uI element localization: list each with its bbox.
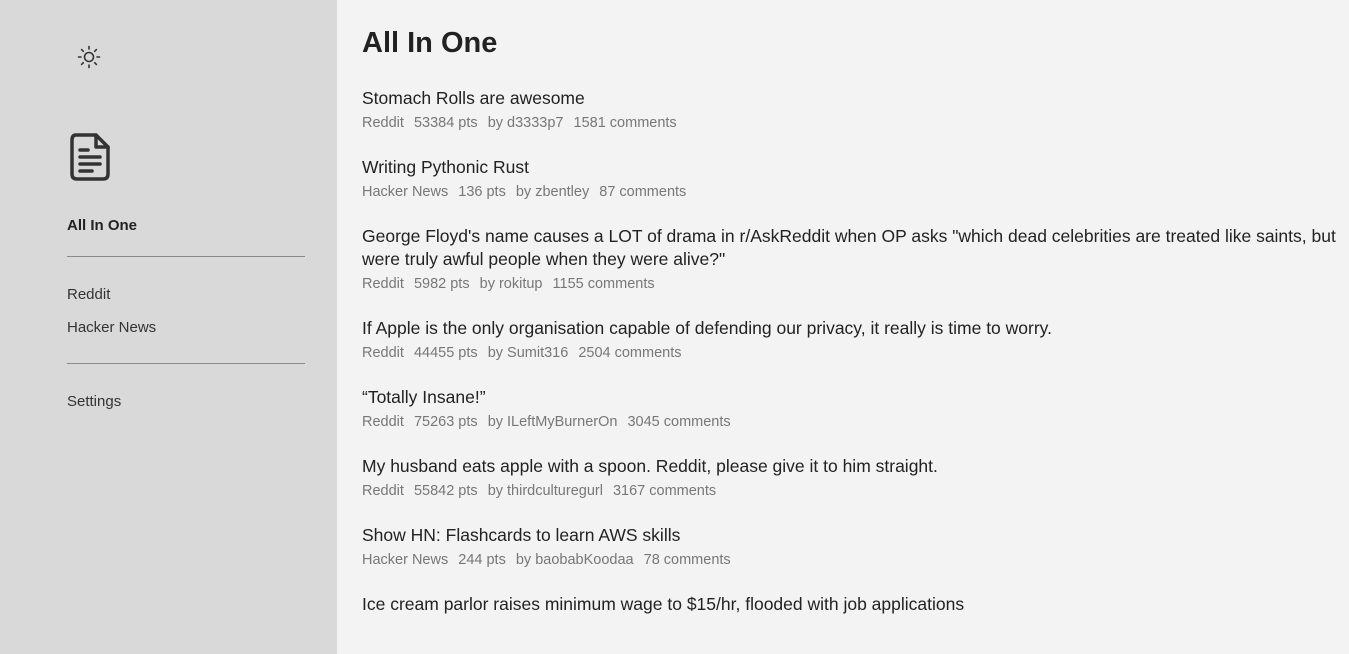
feed-item-meta: Hacker News 244 pts by baobabKoodaa 78 c… — [362, 550, 1349, 570]
feed-item-comments[interactable]: 3045 comments — [627, 414, 730, 430]
feed-item-author[interactable]: by ILeftMyBurnerOn — [488, 414, 618, 430]
feed-item-author[interactable]: by rokitup — [480, 276, 543, 292]
feed-item-comments[interactable]: 2504 comments — [578, 345, 681, 361]
feed-item: Stomach Rolls are awesome Reddit 53384 p… — [362, 87, 1349, 133]
nav-hacker-news[interactable]: Hacker News — [67, 319, 156, 336]
feed-item-points: 244 pts — [458, 552, 506, 568]
feed-item-title[interactable]: If Apple is the only organisation capabl… — [362, 317, 1349, 340]
feed-list: Stomach Rolls are awesome Reddit 53384 p… — [362, 87, 1349, 616]
feed-item-meta: Reddit 44455 pts by Sumit316 2504 commen… — [362, 343, 1349, 363]
feed-item-comments[interactable]: 3167 comments — [613, 483, 716, 499]
feed-item-comments[interactable]: 1155 comments — [553, 276, 655, 292]
feed-item-source: Hacker News — [362, 552, 449, 568]
feed-item-source: Reddit — [362, 345, 404, 361]
feed-item-comments[interactable]: 1581 comments — [574, 115, 677, 131]
feed-item-title[interactable]: My husband eats apple with a spoon. Redd… — [362, 455, 1349, 478]
feed-item-title[interactable]: George Floyd's name causes a LOT of dram… — [362, 225, 1349, 271]
feed-item-author[interactable]: by baobabKoodaa — [516, 552, 634, 568]
feed-item-source: Reddit — [362, 115, 404, 131]
feed-item-points: 5982 pts — [413, 276, 470, 292]
sidebar-divider — [67, 363, 305, 364]
nav-settings[interactable]: Settings — [67, 393, 121, 410]
feed-item-comments[interactable]: 87 comments — [599, 184, 686, 200]
feed-item-title[interactable]: Writing Pythonic Rust — [362, 156, 1349, 179]
sidebar: All In One Reddit Hacker News Settings — [0, 0, 337, 654]
feed-item-meta: Reddit 75263 pts by ILeftMyBurnerOn 3045… — [362, 412, 1349, 432]
feed-item-source: Reddit — [362, 483, 404, 499]
nav-all-in-one[interactable]: All In One — [67, 217, 137, 234]
sun-icon[interactable] — [74, 42, 104, 72]
feed-item-points: 55842 pts — [413, 483, 478, 499]
feed-item-source: Reddit — [362, 276, 404, 292]
feed-item: If Apple is the only organisation capabl… — [362, 317, 1349, 363]
feed-item: “Totally Insane!” Reddit 75263 pts by IL… — [362, 386, 1349, 432]
feed-item-points: 75263 pts — [413, 414, 478, 430]
page-title: All In One — [362, 27, 498, 59]
feed-item-title[interactable]: Stomach Rolls are awesome — [362, 87, 1349, 110]
feed-item-meta: Reddit 55842 pts by thirdculturegurl 316… — [362, 481, 1349, 501]
feed-item-points: 44455 pts — [413, 345, 478, 361]
feed-item-meta: Reddit 5982 pts by rokitup 1155 comments — [362, 274, 1349, 294]
feed-item: My husband eats apple with a spoon. Redd… — [362, 455, 1349, 501]
feed-item-points: 136 pts — [458, 184, 506, 200]
feed-item-author[interactable]: by Sumit316 — [488, 345, 569, 361]
feed-item-author[interactable]: by zbentley — [516, 184, 589, 200]
feed-item: Show HN: Flashcards to learn AWS skills … — [362, 524, 1349, 570]
feed-item-title[interactable]: “Totally Insane!” — [362, 386, 1349, 409]
feed-item: George Floyd's name causes a LOT of dram… — [362, 225, 1349, 294]
feed-item-comments[interactable]: 78 comments — [644, 552, 731, 568]
feed-item-author[interactable]: by thirdculturegurl — [488, 483, 603, 499]
nav-reddit[interactable]: Reddit — [67, 286, 110, 303]
feed-item-meta: Reddit 53384 pts by d3333p7 1581 comment… — [362, 113, 1349, 133]
feed-item-source: Reddit — [362, 414, 404, 430]
feed-item-author[interactable]: by d3333p7 — [488, 115, 564, 131]
app-root: All In One Reddit Hacker News Settings A… — [0, 0, 1349, 654]
feed-item: Writing Pythonic Rust Hacker News 136 pt… — [362, 156, 1349, 202]
feed-item-title[interactable]: Ice cream parlor raises minimum wage to … — [362, 593, 1349, 616]
sidebar-divider — [67, 256, 305, 257]
feed-item-points: 53384 pts — [413, 115, 478, 131]
main-content: All In One Stomach Rolls are awesome Red… — [337, 0, 1349, 654]
feed-item-source: Hacker News — [362, 184, 449, 200]
feed-item-title[interactable]: Show HN: Flashcards to learn AWS skills — [362, 524, 1349, 547]
document-icon — [68, 132, 114, 182]
feed-item: Ice cream parlor raises minimum wage to … — [362, 593, 1349, 616]
feed-item-meta: Hacker News 136 pts by zbentley 87 comme… — [362, 182, 1349, 202]
